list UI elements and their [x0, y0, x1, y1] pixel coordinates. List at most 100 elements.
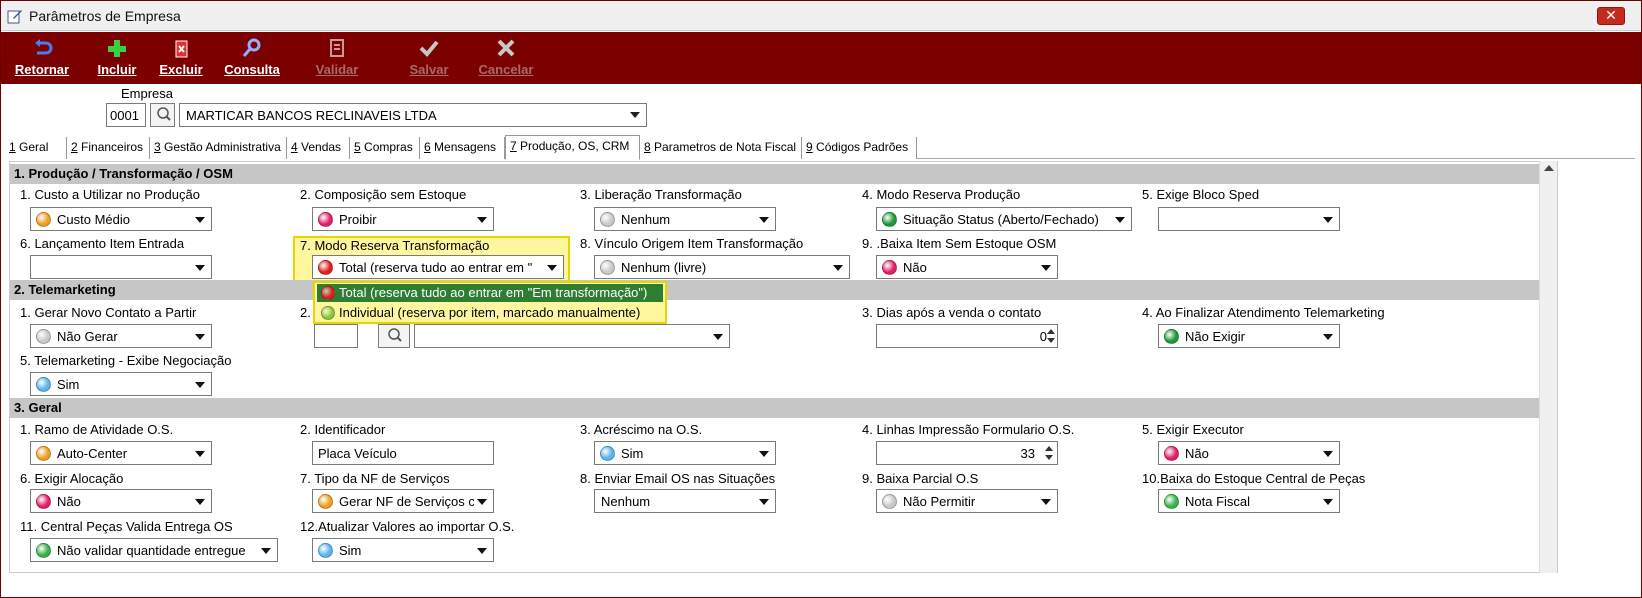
cancelar-button[interactable]: Cancelar	[471, 32, 541, 84]
tab-parametros-nota-fiscal[interactable]: 8 Parametros de Nota Fiscal	[640, 137, 802, 159]
tab-gestao-administrativa[interactable]: 3 Gestão Administrativa	[150, 137, 287, 159]
chevron-down-icon	[1115, 217, 1125, 223]
chevron-down-icon	[833, 265, 843, 271]
enviar-email-os-select[interactable]: Nenhum	[594, 489, 776, 513]
acrescimo-os-select[interactable]: Sim	[594, 441, 776, 465]
baixa-estoque-central-select[interactable]: Nota Fiscal	[1158, 489, 1340, 513]
tab-bar: 1 Geral 2 Financeiros 3 Gestão Administr…	[5, 135, 1635, 160]
vinculo-origem-select[interactable]: Nenhum (livre)	[594, 255, 850, 279]
scroll-up-icon[interactable]	[1544, 165, 1554, 171]
empresa-name-select[interactable]: MARTICAR BANCOS RECLINAVEIS LTDA	[179, 103, 647, 127]
dropdown-option-individual[interactable]: Individual (reserva por item, marcado ma…	[317, 304, 663, 322]
status-dot-icon	[321, 286, 335, 300]
field-label: 2. Identificador	[300, 422, 386, 437]
search-icon	[157, 107, 171, 121]
field-label: 7. Modo Reserva Transformação	[300, 238, 490, 253]
spinner-icon[interactable]	[1047, 328, 1055, 344]
status-dot-icon	[1164, 494, 1179, 509]
linhas-impressao-input[interactable]: 33	[876, 441, 1058, 465]
vertical-scrollbar[interactable]	[1539, 161, 1557, 573]
field-label: 3. Dias após a venda o contato	[862, 305, 1042, 320]
field-label: 4. Modo Reserva Produção	[862, 187, 1021, 202]
central-pecas-valida-select[interactable]: Não validar quantidade entregue	[30, 538, 278, 562]
baixa-item-sem-estoque-select[interactable]: Não	[876, 255, 1058, 279]
salvar-button[interactable]: Salvar	[399, 32, 459, 84]
retornar-button[interactable]: Retornar	[7, 32, 77, 84]
chevron-down-icon	[477, 548, 487, 554]
chevron-down-icon	[1323, 499, 1333, 505]
consulta-button[interactable]: Consulta	[217, 32, 287, 84]
custo-producao-select[interactable]: Custo Médio	[30, 207, 212, 231]
chevron-down-icon	[1323, 451, 1333, 457]
toolbar: Retornar Incluir Excluir Consulta Valida…	[1, 32, 1641, 84]
status-dot-icon	[318, 212, 333, 227]
close-button[interactable]: ✕	[1597, 7, 1625, 25]
finalizar-atendimento-select[interactable]: Não Exigir	[1158, 324, 1340, 348]
exigir-executor-select[interactable]: Não	[1158, 441, 1340, 465]
tab-financeiros[interactable]: 2 Financeiros	[67, 137, 150, 159]
composicao-estoque-select[interactable]: Proibir	[312, 207, 494, 231]
return-arrow-icon	[35, 39, 53, 55]
baixa-parcial-os-select[interactable]: Não Permitir	[876, 489, 1058, 513]
chevron-down-icon	[195, 265, 205, 271]
dias-apos-venda-input[interactable]: 0	[876, 324, 1058, 348]
status-dot-icon	[321, 306, 335, 320]
status-dot-icon	[600, 446, 615, 461]
field-label: 5. Exigir Executor	[1142, 422, 1244, 437]
chevron-down-icon	[195, 334, 205, 340]
exibe-negociacao-select[interactable]: Sim	[30, 372, 212, 396]
gerar-novo-contato-select[interactable]: Não Gerar	[30, 324, 212, 348]
field-label: 3. Liberação Transformação	[580, 187, 742, 202]
field-label: 4. Ao Finalizar Atendimento Telemarketin…	[1142, 305, 1385, 320]
chevron-down-icon	[195, 499, 205, 505]
field-label: 1. Custo a Utilizar no Produção	[20, 187, 200, 202]
spinner-icon[interactable]	[1045, 445, 1053, 461]
identificador-input[interactable]: Placa Veículo	[312, 441, 494, 465]
empresa-label: Empresa	[121, 86, 174, 101]
liberacao-transformacao-select[interactable]: Nenhum	[594, 207, 776, 231]
excluir-button[interactable]: Excluir	[153, 32, 209, 84]
search-icon	[242, 38, 261, 57]
tab-geral[interactable]: 1 Geral	[5, 137, 67, 159]
empresa-search-button[interactable]	[150, 103, 175, 127]
validar-button[interactable]: Validar	[305, 32, 369, 84]
form-content: 1. Produção / Transformação / OSM 1. Cus…	[9, 161, 1558, 573]
plus-icon	[108, 40, 126, 57]
section-producao: 1. Produção / Transformação / OSM	[10, 164, 1540, 184]
dropdown-option-total[interactable]: Total (reserva tudo ao entrar em "Em tra…	[317, 284, 663, 302]
status-dot-icon	[36, 543, 51, 558]
field-label: 10.Baixa do Estoque Central de Peças	[1142, 471, 1366, 486]
chevron-down-icon	[759, 217, 769, 223]
modo-reserva-producao-select[interactable]: Situação Status (Aberto/Fechado)	[876, 207, 1132, 231]
lancamento-item-entrada-select[interactable]	[30, 255, 212, 279]
field-label: 8. Vínculo Origem Item Transformação	[580, 236, 804, 251]
tab-producao-os-crm[interactable]: 7 Produção, OS, CRM	[505, 135, 640, 160]
tipo-nf-servicos-select[interactable]: Gerar NF de Serviços c	[312, 489, 494, 513]
status-dot-icon	[318, 543, 333, 558]
field-label: 6. Lançamento Item Entrada	[20, 236, 185, 251]
exigir-alocacao-select[interactable]: Não	[30, 489, 212, 513]
search-icon	[388, 328, 402, 342]
field-label: 6. Exigir Alocação	[20, 471, 124, 486]
tab-mensagens[interactable]: 6 Mensagens	[420, 137, 505, 159]
exige-bloco-sped-select[interactable]	[1158, 207, 1340, 231]
delete-icon	[175, 40, 188, 58]
tab-vendas[interactable]: 4 Vendas	[287, 137, 350, 159]
telemarketing-search-button[interactable]	[378, 324, 410, 348]
modo-reserva-transformacao-select[interactable]: Total (reserva tudo ao entrar em "	[312, 255, 564, 279]
field-label: 11. Central Peças Valida Entrega OS	[20, 519, 233, 534]
status-dot-icon	[1164, 446, 1179, 461]
tab-codigos-padroes[interactable]: 9 Códigos Padrões	[802, 137, 917, 159]
tab-compras[interactable]: 5 Compras	[350, 137, 420, 159]
telemarketing-select[interactable]	[414, 324, 730, 348]
check-icon	[419, 40, 439, 57]
telemarketing-code-input[interactable]	[314, 324, 358, 348]
field-label: 1. Ramo de Atividade O.S.	[20, 422, 174, 437]
empresa-code-input[interactable]: 0001	[106, 103, 146, 127]
section-telemarketing: 2. Telemarketing	[10, 280, 1540, 300]
incluir-button[interactable]: Incluir	[87, 32, 147, 84]
status-dot-icon	[600, 260, 615, 275]
atualizar-valores-select[interactable]: Sim	[312, 538, 494, 562]
ramo-atividade-select[interactable]: Auto-Center	[30, 441, 212, 465]
empresa-panel: Empresa 0001 MARTICAR BANCOS RECLINAVEIS…	[1, 84, 1641, 132]
